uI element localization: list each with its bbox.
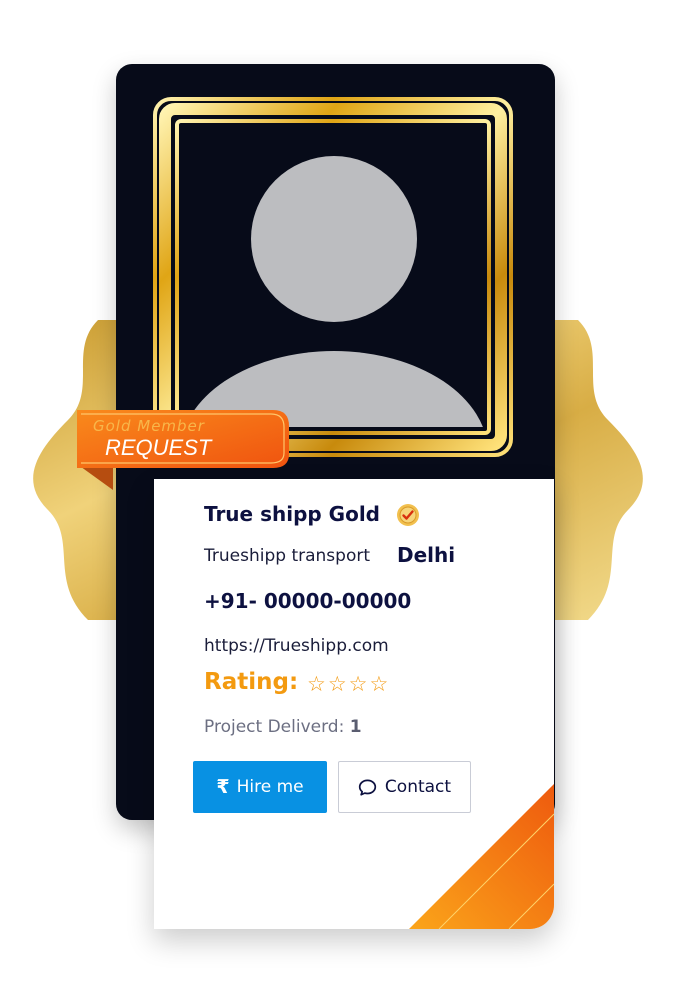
badge-request: REQUEST	[105, 435, 212, 460]
avatar-frame	[153, 97, 513, 457]
chat-bubble-icon	[358, 779, 377, 796]
phone-number: +91- 00000-00000	[204, 589, 412, 613]
projects-count: 1	[349, 717, 362, 737]
star-outline-icon: ☆	[327, 672, 347, 696]
projects-delivered: Project Deliverd: 1	[204, 717, 362, 737]
rating-stars: ☆ ☆ ☆ ☆	[307, 672, 388, 696]
company-name: Trueshipp transport	[204, 546, 370, 566]
badge-tier: Gold Member	[93, 417, 205, 435]
hire-me-button[interactable]: ₹ Hire me	[193, 761, 327, 813]
verified-check-icon	[397, 504, 419, 526]
profile-info-card: True shipp Gold Trueshipp transport Delh…	[154, 479, 554, 929]
rating-label: Rating:	[204, 669, 299, 695]
hire-me-label: Hire me	[236, 777, 304, 797]
projects-label: Project Deliverd:	[204, 717, 345, 737]
website-link[interactable]: https://Trueshipp.com	[204, 636, 389, 656]
profile-name: True shipp Gold	[204, 502, 380, 526]
star-outline-icon: ☆	[307, 672, 326, 696]
city-name: Delhi	[397, 543, 456, 567]
gold-member-badge: Gold Member REQUEST	[77, 408, 291, 490]
contact-label: Contact	[384, 777, 452, 797]
rupee-icon: ₹	[216, 775, 230, 798]
star-outline-icon: ☆	[348, 672, 368, 696]
star-outline-icon: ☆	[369, 672, 389, 696]
contact-button[interactable]: Contact	[338, 761, 471, 813]
